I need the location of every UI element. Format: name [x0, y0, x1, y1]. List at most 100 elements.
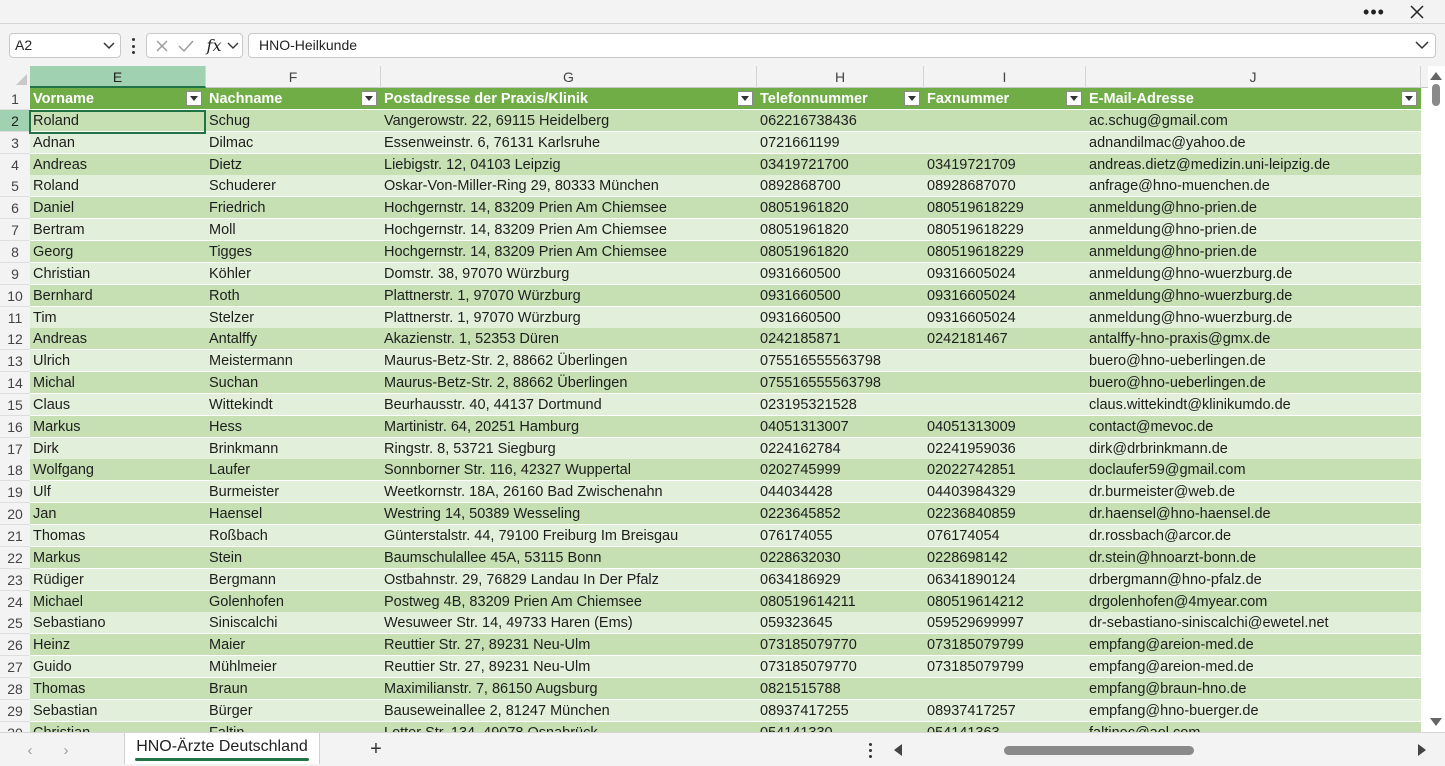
row-header[interactable]: 18 — [0, 459, 30, 482]
table-cell[interactable]: Oskar-Von-Miller-Ring 29, 80333 München — [381, 175, 757, 198]
scrollbar-thumb[interactable] — [1004, 746, 1194, 755]
table-cell[interactable]: Markus — [30, 547, 206, 569]
table-cell[interactable]: 08937417255 — [757, 700, 924, 722]
close-icon[interactable] — [1402, 0, 1432, 24]
table-cell[interactable]: dr.burmeister@web.de — [1086, 481, 1421, 504]
row-header[interactable]: 8 — [0, 240, 30, 263]
table-cell[interactable]: 023195321528 — [757, 394, 924, 416]
worksheet-grid[interactable]: EFGHIJ 1 2 3 4 5 6 7 8 9 10 11 12 13 14 15 16 17 18 19 20 21… — [0, 66, 1428, 732]
table-cell[interactable]: Thomas — [30, 678, 206, 700]
table-cell[interactable]: Beurhausstr. 40, 44137 Dortmund — [381, 394, 757, 416]
table-cell[interactable]: Plattnerstr. 1, 97070 Würzburg — [381, 285, 757, 307]
row-header[interactable]: 20 — [0, 503, 30, 526]
table-cell[interactable]: Thomas — [30, 525, 206, 547]
table-cell[interactable]: Tigges — [206, 241, 381, 263]
table-cell[interactable]: Vangerowstr. 22, 69115 Heidelberg — [381, 110, 757, 132]
table-cell[interactable]: Michal — [30, 372, 206, 395]
table-cell[interactable]: anmeldung@hno-wuerzburg.de — [1086, 307, 1421, 329]
row-header[interactable]: 5 — [0, 175, 30, 198]
table-cell[interactable]: 03419721709 — [924, 154, 1086, 176]
row-header[interactable]: 14 — [0, 372, 30, 395]
scrollbar-thumb[interactable] — [1432, 84, 1440, 106]
filter-dropdown-icon[interactable] — [1066, 91, 1082, 106]
sheet-tab[interactable]: HNO-Ärzte Deutschland — [124, 733, 320, 764]
table-cell[interactable]: Roßbach — [206, 525, 381, 547]
table-cell[interactable]: Günterstalstr. 44, 79100 Freiburg Im Bre… — [381, 525, 757, 547]
row-header[interactable]: 11 — [0, 306, 30, 329]
table-cell[interactable]: Roland — [30, 175, 206, 198]
table-cell[interactable] — [924, 394, 1086, 416]
row-header[interactable]: 25 — [0, 612, 30, 635]
table-cell[interactable]: Sonnborner Str. 116, 42327 Wuppertal — [381, 459, 757, 482]
insert-function-icon[interactable]: fx — [203, 34, 225, 57]
table-cell[interactable]: 0228632030 — [757, 547, 924, 569]
table-cell[interactable]: 09316605024 — [924, 307, 1086, 329]
table-cell[interactable]: Claus — [30, 394, 206, 416]
table-cell[interactable]: 02022742851 — [924, 459, 1086, 482]
table-cell[interactable]: 076174054 — [924, 525, 1086, 547]
table-cell[interactable]: doclaufer59@gmail.com — [1086, 459, 1421, 482]
table-cell[interactable]: Liebigstr. 12, 04103 Leipzig — [381, 154, 757, 176]
table-cell[interactable]: Heinz — [30, 634, 206, 657]
table-cell[interactable]: Wesuweer Str. 14, 49733 Haren (Ems) — [381, 612, 757, 635]
table-cell[interactable]: 073185079799 — [924, 656, 1086, 679]
row-header[interactable]: 13 — [0, 350, 30, 373]
row-header[interactable]: 2 — [0, 109, 30, 132]
table-cell[interactable]: 08051961820 — [757, 241, 924, 263]
table-cell[interactable]: Golenhofen — [206, 591, 381, 613]
table-cell[interactable]: anmeldung@hno-prien.de — [1086, 241, 1421, 263]
table-cell[interactable]: Essenweinstr. 6, 76131 Karlsruhe — [381, 132, 757, 154]
table-cell[interactable]: Bauseweinallee 2, 81247 München — [381, 700, 757, 722]
table-cell[interactable]: Martinistr. 64, 20251 Hamburg — [381, 416, 757, 438]
formula-input[interactable]: HNO-Heilkunde — [248, 33, 1436, 58]
table-cell[interactable]: andreas.dietz@medizin.uni-leipzig.de — [1086, 154, 1421, 176]
table-cell[interactable]: drbergmann@hno-pfalz.de — [1086, 569, 1421, 591]
table-cell[interactable]: Guido — [30, 656, 206, 679]
table-cell[interactable]: Hess — [206, 416, 381, 438]
table-cell[interactable]: Dilmac — [206, 132, 381, 154]
table-cell[interactable]: contact@mevoc.de — [1086, 416, 1421, 438]
row-header[interactable]: 24 — [0, 590, 30, 613]
table-cell[interactable]: Domstr. 38, 97070 Würzburg — [381, 263, 757, 285]
table-cell[interactable]: 080519614212 — [924, 591, 1086, 613]
table-cell[interactable]: anmeldung@hno-prien.de — [1086, 197, 1421, 220]
filter-dropdown-icon[interactable] — [1401, 91, 1417, 106]
table-cell[interactable]: Hochgernstr. 14, 83209 Prien Am Chiemsee — [381, 219, 757, 242]
checkmark-icon[interactable] — [175, 34, 197, 57]
row-header[interactable]: 7 — [0, 219, 30, 242]
table-cell[interactable]: 08051961820 — [757, 219, 924, 242]
table-cell[interactable]: 0931660500 — [757, 285, 924, 307]
table-cell[interactable]: Sebastian — [30, 700, 206, 722]
table-cell[interactable]: 075516555563798 — [757, 372, 924, 395]
table-cell[interactable]: Ulf — [30, 481, 206, 504]
table-cell[interactable]: 03419721700 — [757, 154, 924, 176]
previous-sheet-icon[interactable]: ‹ — [20, 741, 40, 759]
table-cell[interactable]: Ringstr. 8, 53721 Siegburg — [381, 438, 757, 460]
table-cell[interactable]: Dirk — [30, 438, 206, 460]
add-sheet-button[interactable]: + — [364, 737, 388, 761]
table-cell[interactable]: Reuttier Str. 27, 89231 Neu-Ulm — [381, 634, 757, 657]
table-cell[interactable] — [924, 110, 1086, 132]
name-box[interactable]: A2 — [9, 33, 121, 58]
table-cell[interactable] — [924, 678, 1086, 700]
row-header[interactable]: 6 — [0, 197, 30, 220]
table-cell[interactable]: adnandilmac@yahoo.de — [1086, 132, 1421, 154]
scroll-left-icon[interactable] — [894, 744, 902, 756]
table-cell[interactable]: 02236840859 — [924, 503, 1086, 526]
table-cell[interactable]: 0242181467 — [924, 328, 1086, 351]
row-header[interactable]: 15 — [0, 393, 30, 416]
table-cell[interactable]: Weetkornstr. 18A, 26160 Bad Zwischenahn — [381, 481, 757, 504]
scroll-down-icon[interactable] — [1430, 718, 1442, 726]
table-cell[interactable]: Schug — [206, 110, 381, 132]
table-cell[interactable]: faltinec@aol.com — [1086, 722, 1421, 732]
table-cell[interactable]: anmeldung@hno-wuerzburg.de — [1086, 285, 1421, 307]
select-all-button[interactable] — [0, 66, 30, 88]
cancel-icon[interactable] — [151, 34, 173, 57]
row-header[interactable]: 12 — [0, 328, 30, 351]
table-cell[interactable]: Rüdiger — [30, 569, 206, 591]
table-cell[interactable]: 08937417257 — [924, 700, 1086, 722]
column-header-f[interactable]: F — [206, 66, 381, 88]
table-cell[interactable]: 06341890124 — [924, 569, 1086, 591]
table-cell[interactable]: 0228698142 — [924, 547, 1086, 569]
table-cell[interactable]: 080519614211 — [757, 591, 924, 613]
